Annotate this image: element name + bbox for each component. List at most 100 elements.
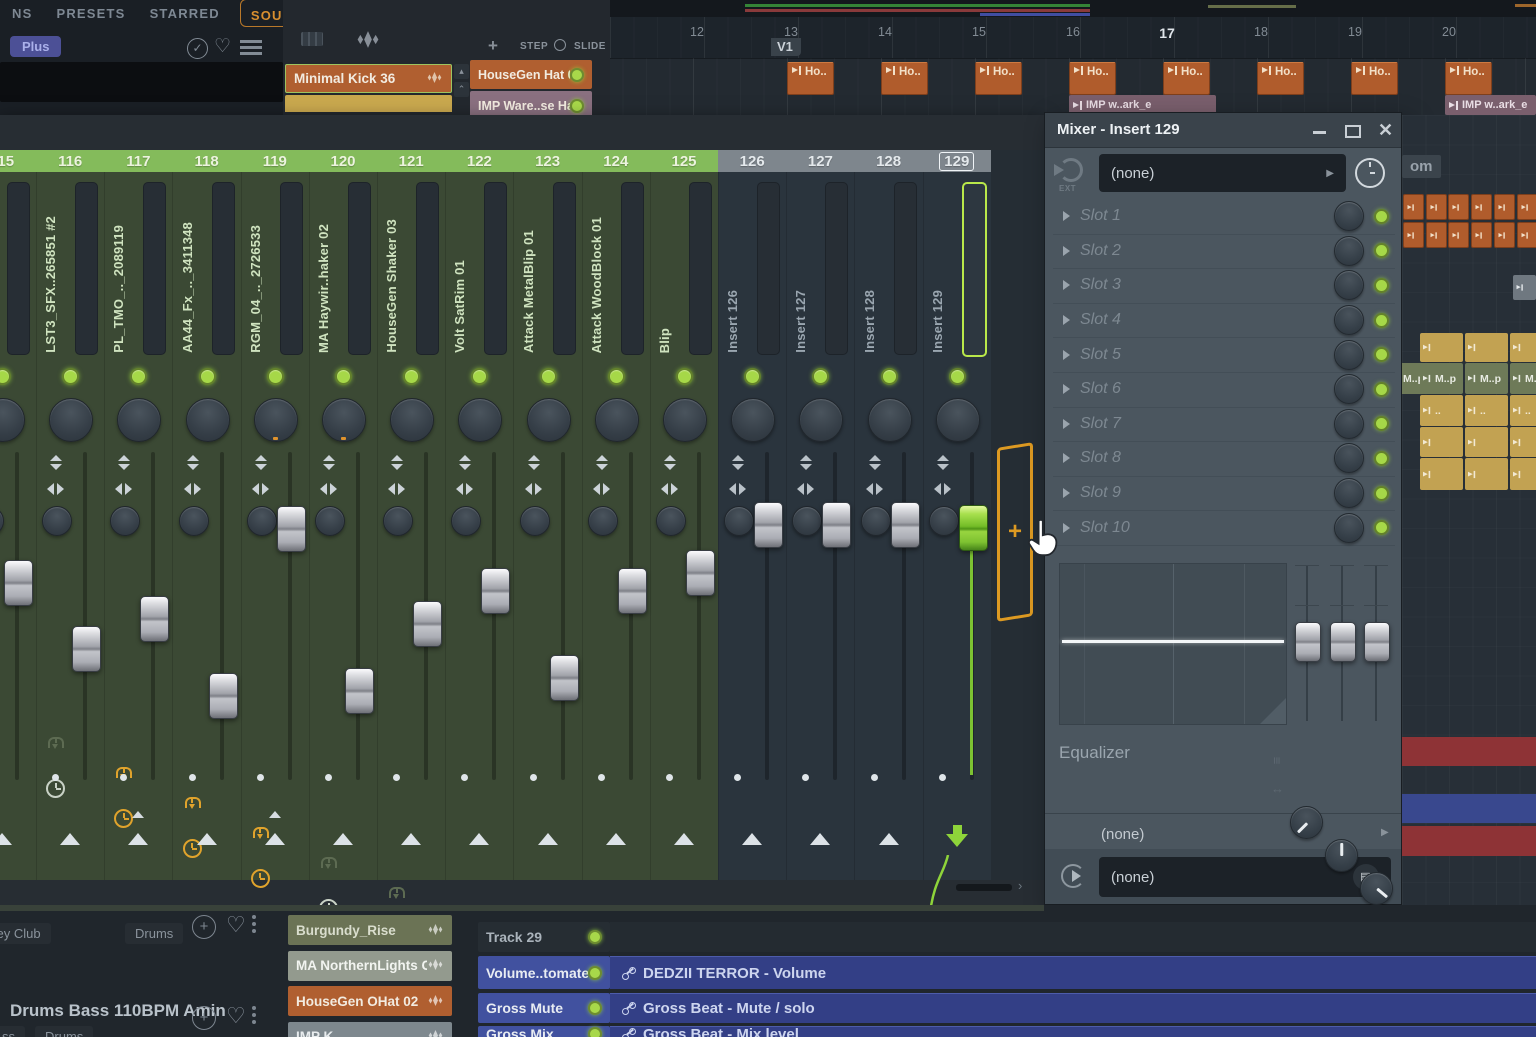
pan-right-icon[interactable] (739, 483, 746, 495)
insert-fx-icon[interactable] (48, 737, 64, 748)
pan-knob[interactable] (868, 398, 912, 442)
fader-track[interactable] (288, 452, 292, 780)
stereo-knob[interactable] (110, 506, 140, 536)
waveform-icon[interactable]: 17 11"> (355, 31, 381, 53)
check-filter-icon[interactable]: ✓ (187, 38, 208, 59)
ext-input-icon[interactable]: EXT (1059, 158, 1089, 194)
tag-chip[interactable]: sey Club (0, 923, 51, 944)
slot-mix-knob[interactable] (1334, 340, 1364, 370)
automation-strip-red[interactable] (1402, 826, 1536, 856)
channel-led[interactable] (335, 368, 352, 385)
time-marker-v1[interactable]: V1 (771, 38, 801, 56)
stereo-sep-down-icon[interactable] (869, 464, 881, 470)
insert-fx-icon[interactable] (185, 797, 201, 808)
channel-clock-icon[interactable] (251, 869, 270, 888)
slot-enable-led[interactable] (1374, 382, 1389, 397)
volume-fader[interactable] (891, 502, 920, 548)
channel-led[interactable] (570, 99, 584, 113)
input-clock-button[interactable] (1355, 158, 1385, 188)
time-value[interactable]: (none) (1101, 826, 1144, 843)
pan-left-icon[interactable] (525, 483, 532, 495)
stereo-sep-up-icon[interactable] (187, 455, 199, 461)
fader-track[interactable] (561, 452, 565, 780)
eq-band-fader[interactable] (1330, 622, 1356, 662)
route-green-down-icon[interactable] (946, 834, 968, 847)
audio-clip-imp[interactable]: IMP w..ark_e (1445, 95, 1536, 115)
track-header-track-29[interactable]: Track 29 (478, 922, 610, 952)
track-led[interactable] (588, 1027, 602, 1037)
stereo-knob[interactable] (656, 506, 686, 536)
slot-mix-knob[interactable] (1334, 513, 1364, 543)
volume-fader[interactable] (277, 506, 306, 552)
pattern-clip[interactable] (1420, 333, 1463, 362)
route-arrow-icon[interactable] (197, 833, 217, 845)
stereo-sep-down-icon[interactable] (596, 464, 608, 470)
pan-left-icon[interactable] (593, 483, 600, 495)
pan-left-icon[interactable] (388, 483, 395, 495)
pan-left-icon[interactable] (47, 483, 54, 495)
pan-knob[interactable] (186, 398, 230, 442)
channel-name[interactable]: RGM_04_.._2726533 (248, 225, 263, 353)
stereo-knob[interactable] (42, 506, 72, 536)
volume-fader[interactable] (4, 560, 33, 606)
channel-number-115[interactable]: 115 (0, 153, 26, 170)
tab-ns[interactable]: NS (0, 6, 44, 21)
channel-name[interactable]: Insert 127 (793, 290, 808, 353)
slot-mix-knob[interactable] (1334, 305, 1364, 335)
fader-track[interactable] (356, 452, 360, 780)
stereo-sep-down-icon[interactable] (255, 464, 267, 470)
channel-number-124[interactable]: 124 (592, 153, 640, 170)
track-led[interactable] (588, 966, 602, 980)
stereo-knob[interactable] (247, 506, 277, 536)
channel-dot[interactable] (257, 774, 264, 781)
pan-knob[interactable] (117, 398, 161, 442)
stereo-sep-up-icon[interactable] (459, 455, 471, 461)
stereo-sep-down-icon[interactable] (50, 464, 62, 470)
stereo-knob[interactable] (588, 506, 618, 536)
channel-name[interactable]: LST3_SFX..265851 #2 (43, 216, 58, 353)
mini-clip-orange[interactable] (1471, 222, 1492, 248)
pattern-clip[interactable]: M..p (1465, 363, 1508, 394)
pan-right-icon[interactable] (262, 483, 269, 495)
stereo-knob[interactable] (179, 506, 209, 536)
mini-clip-orange[interactable] (1426, 194, 1447, 220)
pattern-clip[interactable] (1465, 333, 1508, 362)
slot-enable-led[interactable] (1374, 278, 1389, 293)
stereo-sep-down-icon[interactable] (187, 464, 199, 470)
route-arrow-icon[interactable] (879, 833, 899, 845)
channel-name[interactable]: MA Haywir..haker 02 (316, 224, 331, 353)
slot-enable-led[interactable] (1374, 520, 1389, 535)
pattern-clip[interactable] (1510, 427, 1536, 457)
slot-arrow-icon[interactable] (1063, 488, 1070, 498)
slot-mix-knob[interactable] (1334, 236, 1364, 266)
channel-row-housegen-ohat-02[interactable]: HouseGen OHat 02 (288, 986, 452, 1016)
effect-slot-4[interactable]: Slot 4 (1053, 303, 1395, 339)
route-arrow-icon[interactable] (60, 833, 80, 845)
add-channel-icon[interactable]: + (488, 36, 498, 56)
channel-row-housegen-hat-02[interactable]: HouseGen Hat 02 (470, 60, 592, 89)
channel-dot[interactable] (325, 774, 332, 781)
fader-track[interactable] (83, 452, 87, 780)
pan-left-icon[interactable] (456, 483, 463, 495)
pan-right-icon[interactable] (125, 483, 132, 495)
automation-strip-red[interactable] (1402, 737, 1536, 766)
time-chevron-icon[interactable]: ▶ (1381, 827, 1389, 838)
mini-clip-orange[interactable] (1471, 194, 1492, 220)
route-arrow-icon[interactable] (265, 833, 285, 845)
input-source-dropdown[interactable]: (none) ▶ (1099, 154, 1346, 192)
stereo-knob[interactable] (0, 506, 4, 536)
volume-fader[interactable] (209, 673, 238, 719)
fader-track[interactable] (220, 452, 224, 780)
mini-clip-orange[interactable] (1403, 222, 1424, 248)
stereo-knob[interactable] (315, 506, 345, 536)
pan-left-icon[interactable] (320, 483, 327, 495)
route-arrow-icon[interactable] (469, 833, 489, 845)
pattern-clip-ho[interactable]: Ho.. (1351, 62, 1398, 95)
eq-knob[interactable] (1290, 806, 1323, 839)
route-arrow-icon[interactable] (606, 833, 626, 845)
effect-slot-5[interactable]: Slot 5 (1053, 337, 1395, 373)
channel-led[interactable] (570, 68, 584, 82)
channel-row-burgundy_rise[interactable]: Burgundy_Rise (288, 915, 452, 945)
slot-mix-knob[interactable] (1334, 201, 1364, 231)
pan-knob[interactable] (458, 398, 502, 442)
